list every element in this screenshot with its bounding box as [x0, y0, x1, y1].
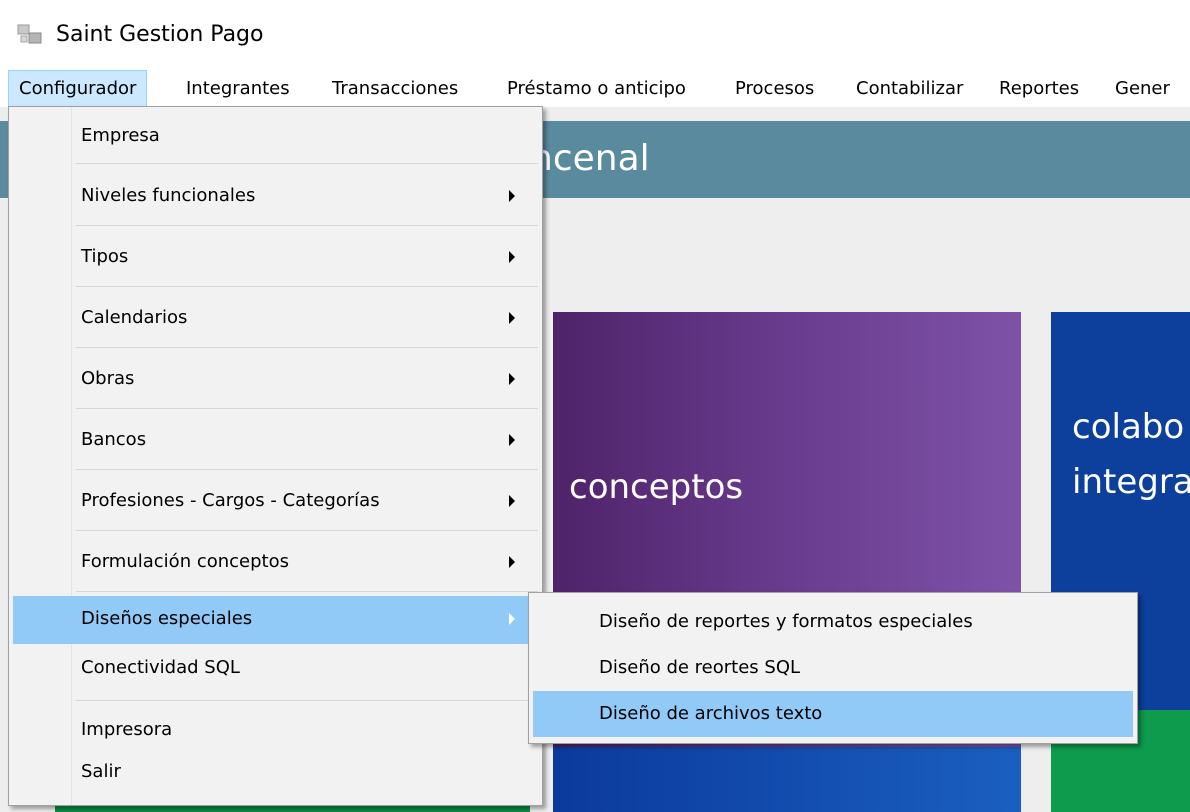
submenu-arrow-icon [509, 434, 515, 446]
menu-bar: Configurador Integrantes Transacciones P… [0, 70, 1190, 107]
tile-colaboradores-label: colabo integra [1072, 407, 1190, 502]
tile-blue-bottom[interactable] [553, 747, 1021, 812]
submenu-arrow-icon [509, 495, 515, 507]
menu-item-formulacion-conceptos[interactable]: Formulación conceptos [13, 535, 538, 591]
submenu-arrow-icon [509, 613, 515, 625]
submenu-arrow-icon [509, 190, 515, 202]
title-bar: Saint Gestion Pago [0, 0, 1190, 70]
menu-procesos[interactable]: Procesos [725, 70, 824, 107]
menu-item-salir[interactable]: Salir [13, 753, 538, 797]
submenu-item-reportes-sql[interactable]: Diseño de reortes SQL [533, 645, 1133, 691]
menu-item-tipos[interactable]: Tipos [13, 230, 538, 286]
menu-item-profesiones-cargos-categorias[interactable]: Profesiones - Cargos - Categorías [13, 474, 538, 530]
submenu-arrow-icon [509, 312, 515, 324]
submenu-item-reportes-formatos-especiales[interactable]: Diseño de reportes y formatos especiales [533, 599, 1133, 645]
menu-item-disenos-especiales[interactable]: Diseños especiales [13, 596, 538, 644]
configurador-dropdown: Empresa Niveles funcionales Tipos Calend… [8, 106, 543, 806]
menu-item-impresora[interactable]: Impresora [13, 707, 538, 751]
tile-conceptos-label: conceptos [569, 467, 744, 507]
submenu-arrow-icon [509, 373, 515, 385]
window-title: Saint Gestion Pago [56, 22, 264, 47]
menu-prestamo-anticipo[interactable]: Préstamo o anticipo [497, 70, 696, 107]
menu-item-empresa[interactable]: Empresa [13, 115, 538, 159]
submenu-arrow-icon [509, 251, 515, 263]
banner-text: ncenal [530, 138, 650, 179]
menu-item-calendarios[interactable]: Calendarios [13, 291, 538, 347]
menu-item-bancos[interactable]: Bancos [13, 413, 538, 469]
menu-contabilizar[interactable]: Contabilizar [846, 70, 973, 107]
menu-integrantes[interactable]: Integrantes [176, 70, 300, 107]
menu-reportes[interactable]: Reportes [989, 70, 1089, 107]
disenos-especiales-submenu: Diseño de reportes y formatos especiales… [528, 592, 1138, 744]
menu-item-obras[interactable]: Obras [13, 352, 538, 408]
submenu-item-archivos-texto[interactable]: Diseño de archivos texto [533, 691, 1133, 737]
app-icon [17, 24, 42, 44]
submenu-arrow-icon [509, 556, 515, 568]
menu-transacciones[interactable]: Transacciones [322, 70, 468, 107]
menu-item-niveles-funcionales[interactable]: Niveles funcionales [13, 169, 538, 225]
menu-generar[interactable]: Gener [1105, 70, 1180, 107]
menu-configurador[interactable]: Configurador [8, 70, 148, 107]
menu-item-conectividad-sql[interactable]: Conectividad SQL [13, 647, 538, 693]
